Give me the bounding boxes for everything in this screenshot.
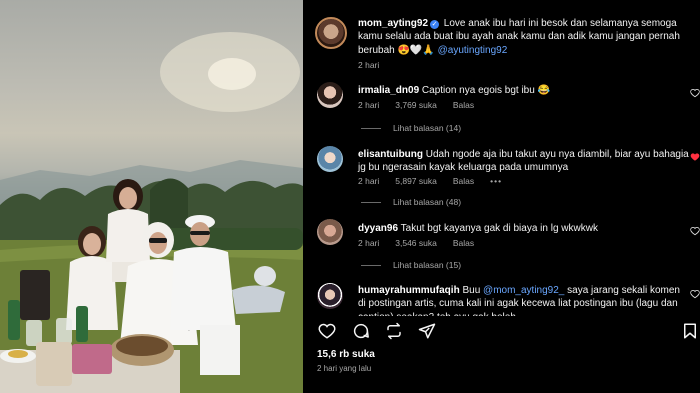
comment-time: 2 hari bbox=[358, 100, 380, 110]
posted-time: 2 hari yang lalu bbox=[317, 364, 372, 373]
reply-button[interactable]: Balas bbox=[453, 176, 474, 186]
commenter-avatar[interactable] bbox=[317, 146, 343, 172]
like-comment-heart-icon[interactable] bbox=[690, 88, 700, 98]
divider-line bbox=[361, 202, 381, 204]
post-action-bar bbox=[315, 322, 696, 342]
caption-meta: 2 hari bbox=[358, 60, 395, 70]
comment-username[interactable]: dyyan96 bbox=[358, 223, 398, 234]
caption-mention[interactable]: @ayutingting92 bbox=[438, 45, 508, 56]
photo-scene bbox=[0, 32, 303, 393]
comment-text: dyyan96 Takut bgt kayanya gak di biaya i… bbox=[358, 222, 690, 235]
comment-body: Takut bgt kayanya gak di biaya in lg wkw… bbox=[398, 223, 598, 234]
comment-username[interactable]: elisantuibung bbox=[358, 149, 423, 160]
comment-icon[interactable] bbox=[352, 322, 370, 340]
comment-meta: 2 hari 5,897 suka Balas ••• bbox=[358, 176, 518, 186]
caption-username[interactable]: mom_ayting92 bbox=[358, 18, 428, 29]
comment-text: elisantuibung Udah ngode aja ibu takut a… bbox=[358, 148, 690, 175]
comment-likes[interactable]: 3,769 suka bbox=[395, 100, 437, 110]
bookmark-icon[interactable] bbox=[681, 322, 699, 340]
comment-meta: 2 hari 3,769 suka Balas bbox=[358, 100, 490, 110]
more-options-icon[interactable]: ••• bbox=[490, 176, 502, 186]
commenter-avatar[interactable] bbox=[317, 82, 343, 108]
comment-text: humayrahummufaqih Buu @mom_ayting92_ say… bbox=[358, 284, 690, 316]
comment-time: 2 hari bbox=[358, 238, 380, 248]
view-replies-label: Lihat balasan (15) bbox=[393, 260, 462, 270]
comment-meta: 2 hari 3,546 suka Balas bbox=[358, 238, 490, 248]
comment-username[interactable]: irmalia_dn09 bbox=[358, 85, 419, 96]
share-icon[interactable] bbox=[418, 322, 436, 340]
view-replies-label: Lihat balasan (48) bbox=[393, 197, 462, 207]
comment-text: irmalia_dn09 Caption nya egois bgt ibu 😂 bbox=[358, 84, 690, 97]
heart-icon[interactable] bbox=[318, 322, 336, 340]
caption-time: 2 hari bbox=[358, 60, 380, 70]
repost-icon[interactable] bbox=[385, 322, 403, 340]
post-photo[interactable] bbox=[0, 0, 303, 393]
comment-mention[interactable]: @mom_ayting92_ bbox=[483, 285, 564, 296]
comment-body: Buu bbox=[459, 285, 484, 296]
comments-panel: mom_ayting92 ✓ Love anak ibu hari ini bes… bbox=[303, 0, 700, 393]
view-replies-label: Lihat balasan (14) bbox=[393, 123, 462, 133]
view-replies-button[interactable]: Lihat balasan (48) bbox=[361, 197, 461, 207]
reply-button[interactable]: Balas bbox=[453, 238, 474, 248]
view-replies-button[interactable]: Lihat balasan (15) bbox=[361, 260, 461, 270]
liked-comment-heart-icon[interactable] bbox=[690, 152, 700, 162]
comment-likes[interactable]: 5,897 suka bbox=[395, 176, 437, 186]
caption-author-avatar[interactable] bbox=[315, 17, 347, 49]
verified-icon: ✓ bbox=[430, 20, 440, 29]
comment-username[interactable]: humayrahummufaqih bbox=[358, 285, 460, 296]
divider-line bbox=[361, 265, 381, 267]
divider-line bbox=[361, 128, 381, 130]
comment-likes[interactable]: 3,546 suka bbox=[395, 238, 437, 248]
like-comment-heart-icon[interactable] bbox=[690, 289, 700, 299]
total-likes[interactable]: 15,6 rb suka bbox=[317, 349, 375, 360]
like-comment-heart-icon[interactable] bbox=[690, 226, 700, 236]
comment-body: Caption nya egois bgt ibu 😂 bbox=[419, 85, 551, 96]
comment-time: 2 hari bbox=[358, 176, 380, 186]
commenter-avatar[interactable] bbox=[317, 283, 343, 309]
commenter-avatar[interactable] bbox=[317, 219, 343, 245]
caption-text: mom_ayting92 ✓ Love anak ibu hari ini bes… bbox=[358, 17, 690, 57]
view-replies-button[interactable]: Lihat balasan (14) bbox=[361, 123, 461, 133]
reply-button[interactable]: Balas bbox=[453, 100, 474, 110]
